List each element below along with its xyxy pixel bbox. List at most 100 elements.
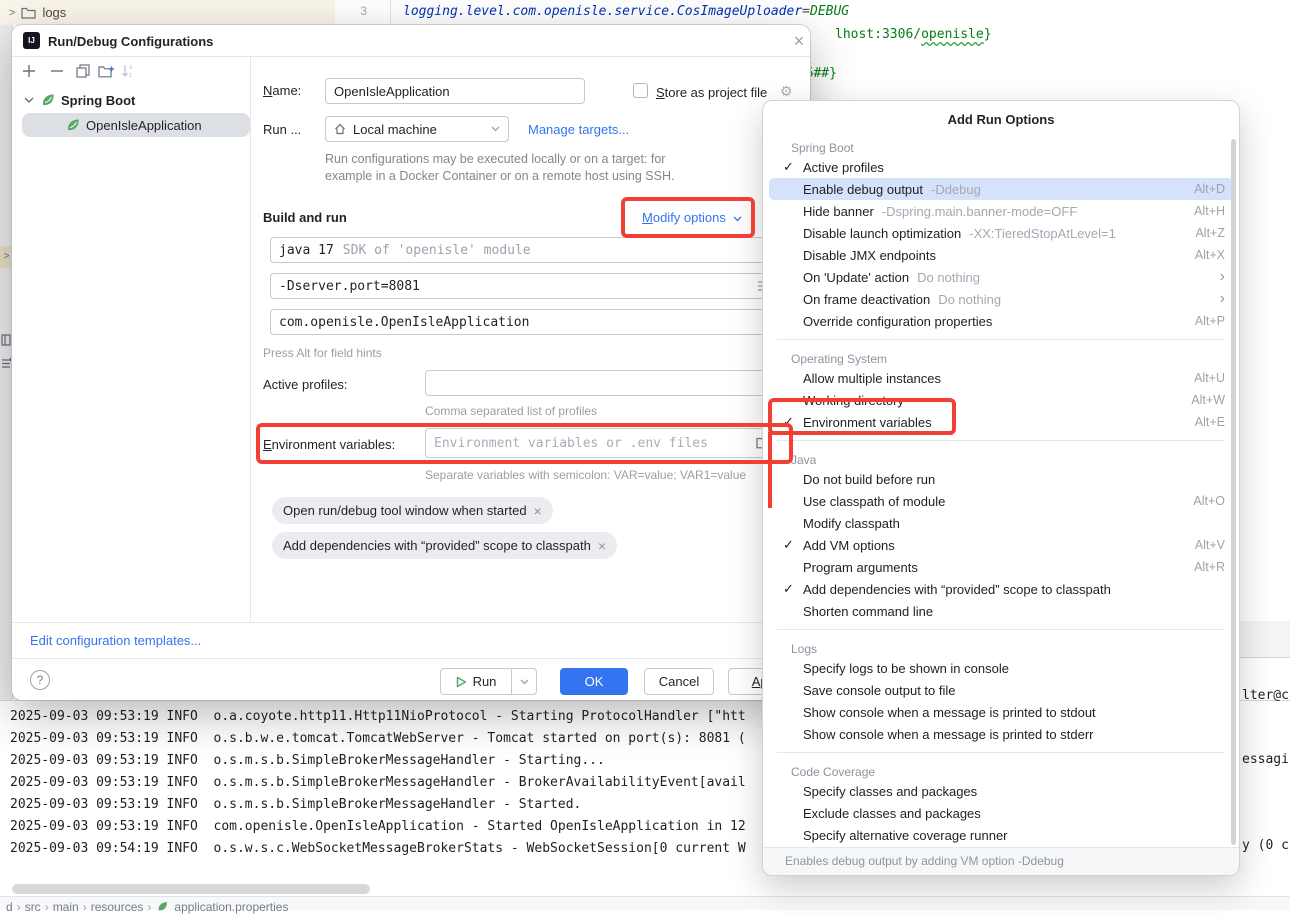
- menu-item-allow-multiple-instances[interactable]: Allow multiple instancesAlt+U: [763, 367, 1239, 389]
- add-icon[interactable]: [21, 63, 39, 81]
- tag-open-run-debug-tool-window: Open run/debug tool window when started …: [272, 497, 553, 524]
- menu-item-save-console-output-to-file[interactable]: Save console output to file: [763, 679, 1239, 701]
- horizontal-scrollbar[interactable]: [12, 884, 370, 894]
- chevron-down-icon: [491, 126, 500, 132]
- run-play-icon: [456, 676, 467, 688]
- spring-boot-icon: [41, 93, 55, 107]
- menu-item-program-arguments[interactable]: Program argumentsAlt+R: [763, 556, 1239, 578]
- tree-item-label: OpenIsleApplication: [86, 118, 202, 133]
- menu-item-shorten-command-line[interactable]: Shorten command line: [763, 600, 1239, 622]
- menu-item-disable-jmx-endpoints[interactable]: Disable JMX endpoints Alt+X: [763, 244, 1239, 266]
- name-input[interactable]: OpenIsleApplication: [325, 78, 585, 104]
- svg-text:z: z: [129, 73, 132, 79]
- submenu-arrow-icon: ›: [1220, 272, 1225, 282]
- menu-item-modify-classpath[interactable]: Modify classpath: [763, 512, 1239, 534]
- environment-variables-label: Environment variables:: [263, 437, 395, 452]
- menu-item-add-vm-options[interactable]: ✓Add VM optionsAlt+V: [763, 534, 1239, 556]
- menu-item-label: Allow multiple instances: [803, 371, 941, 386]
- menu-item-on-frame-deactivation[interactable]: On frame deactivationDo nothing›: [763, 288, 1239, 310]
- store-as-project-file-checkbox[interactable]: [633, 83, 648, 98]
- tag-add-provided-dependencies: Add dependencies with “provided” scope t…: [272, 532, 617, 559]
- active-profiles-input[interactable]: [425, 370, 780, 396]
- edit-configuration-templates-link[interactable]: Edit configuration templates...: [30, 633, 201, 648]
- menu-item-label: Do not build before run: [803, 472, 935, 487]
- menu-item-label: Shorten command line: [803, 604, 933, 619]
- menu-item-label: On 'Update' action: [803, 270, 909, 285]
- checkmark-icon: ✓: [783, 537, 803, 553]
- manage-targets-link[interactable]: Manage targets...: [528, 122, 629, 137]
- help-icon[interactable]: ?: [30, 670, 50, 690]
- tree-group-spring-boot[interactable]: Spring Boot: [24, 89, 135, 111]
- sort-icon[interactable]: az: [120, 63, 138, 81]
- annotation-line: [768, 432, 772, 508]
- environment-variables-input[interactable]: Environment variables or .env files: [425, 428, 780, 458]
- vm-options-input[interactable]: -Dserver.port=8081: [270, 273, 780, 299]
- tree-group-label: Spring Boot: [61, 93, 135, 108]
- store-as-project-file-label: Store as project file: [656, 85, 767, 100]
- popup-scrollbar[interactable]: [1231, 139, 1236, 845]
- chevron-right-icon[interactable]: >: [9, 7, 15, 19]
- menu-item-label: Exclude classes and packages: [803, 806, 981, 821]
- menu-item-label: Disable launch optimization: [803, 226, 961, 241]
- menu-item-specify-classes-and-packages[interactable]: Specify classes and packages: [763, 780, 1239, 802]
- cancel-button[interactable]: Cancel: [644, 668, 714, 695]
- menu-item-label: Hide banner: [803, 204, 874, 219]
- menu-item-environment-variables[interactable]: ✓Environment variablesAlt+E: [763, 411, 1239, 433]
- chevron-down-icon: [733, 216, 742, 222]
- breadcrumb-item-resources[interactable]: resources: [91, 900, 144, 914]
- new-folder-icon[interactable]: [98, 63, 116, 81]
- menu-item-enable-debug-output[interactable]: Enable debug output-DdebugAlt+D: [769, 178, 1233, 200]
- menu-item-shortcut: Alt+X: [1195, 248, 1225, 262]
- copy-icon[interactable]: [75, 63, 93, 81]
- breadcrumb-separator-icon: ›: [83, 900, 87, 914]
- menu-item-show-console-when-a-message-is-printed-to-[interactable]: Show console when a message is printed t…: [763, 701, 1239, 723]
- menu-item-active-profiles[interactable]: ✓Active profiles: [763, 156, 1239, 178]
- menu-item-show-console-when-a-message-is-printed-to-[interactable]: Show console when a message is printed t…: [763, 723, 1239, 745]
- menu-item-add-dependencies-with-provided-scope-to-cl[interactable]: ✓Add dependencies with “provided” scope …: [763, 578, 1239, 600]
- checkmark-icon: ✓: [783, 581, 803, 597]
- menu-item-shortcut: Alt+P: [1195, 314, 1225, 328]
- menu-item-label: Save console output to file: [803, 683, 956, 698]
- menu-item-label: On frame deactivation: [803, 292, 930, 307]
- close-icon[interactable]: ×: [788, 29, 810, 53]
- menu-item-override-configuration-properties[interactable]: Override configuration propertiesAlt+P: [763, 310, 1239, 332]
- run-button[interactable]: Run: [440, 668, 512, 695]
- folder-icon: [21, 6, 36, 19]
- main-class-input[interactable]: com.openisle.OpenIsleApplication: [270, 309, 780, 335]
- menu-item-specify-logs-to-be-shown-in-console[interactable]: Specify logs to be shown in console: [763, 657, 1239, 679]
- remove-tag-icon[interactable]: ×: [534, 503, 542, 519]
- spring-boot-run-icon: [66, 118, 80, 132]
- menu-item-on-update-action[interactable]: On 'Update' actionDo nothing›: [763, 266, 1239, 288]
- breadcrumb-item-src[interactable]: src: [25, 900, 41, 914]
- menu-item-shortcut: Alt+R: [1194, 560, 1225, 574]
- modify-options-link[interactable]: Modify options: [642, 210, 742, 225]
- menu-item-label: Specify classes and packages: [803, 784, 977, 799]
- menu-item-exclude-classes-and-packages[interactable]: Exclude classes and packages: [763, 802, 1239, 824]
- tree-item-openisleapplication[interactable]: OpenIsleApplication: [22, 113, 250, 137]
- breadcrumb-item-main[interactable]: main: [53, 900, 79, 914]
- breadcrumb-separator-icon: ›: [147, 900, 151, 914]
- menu-item-label: Disable JMX endpoints: [803, 248, 936, 263]
- run-dropdown-button[interactable]: [511, 668, 537, 695]
- breadcrumb-item-application-properties[interactable]: application.properties: [174, 900, 288, 914]
- menu-item-working-directory[interactable]: Working directoryAlt+W: [763, 389, 1239, 411]
- menu-item-disable-launch-optimization[interactable]: Disable launch optimization-XX:TieredSto…: [763, 222, 1239, 244]
- menu-item-do-not-build-before-run[interactable]: Do not build before run: [763, 468, 1239, 490]
- gear-icon[interactable]: ⚙: [780, 83, 793, 100]
- run-on-select[interactable]: Local machine: [325, 116, 509, 142]
- run-on-help-line1: Run configurations may be executed local…: [325, 152, 665, 166]
- editor-fragment-1: lhost:3306/openisle}: [835, 27, 992, 42]
- menu-item-specify-alternative-coverage-runner[interactable]: Specify alternative coverage runner: [763, 824, 1239, 846]
- ok-button[interactable]: OK: [560, 668, 628, 695]
- menu-item-label: Environment variables: [803, 415, 932, 430]
- project-tree-row-logs[interactable]: > logs: [0, 0, 335, 25]
- console-line-fragment: essagi: [1242, 752, 1289, 767]
- checkmark-icon: ✓: [783, 414, 803, 430]
- remove-tag-icon[interactable]: ×: [598, 538, 606, 554]
- menu-item-label: Working directory: [803, 393, 904, 408]
- breadcrumb-item-d[interactable]: d: [6, 900, 13, 914]
- remove-icon[interactable]: [49, 63, 67, 81]
- menu-item-use-classpath-of-module[interactable]: Use classpath of moduleAlt+O: [763, 490, 1239, 512]
- jdk-select[interactable]: java 17 SDK of 'openisle' module: [270, 237, 780, 263]
- menu-item-hide-banner[interactable]: Hide banner-Dspring.main.banner-mode=OFF…: [763, 200, 1239, 222]
